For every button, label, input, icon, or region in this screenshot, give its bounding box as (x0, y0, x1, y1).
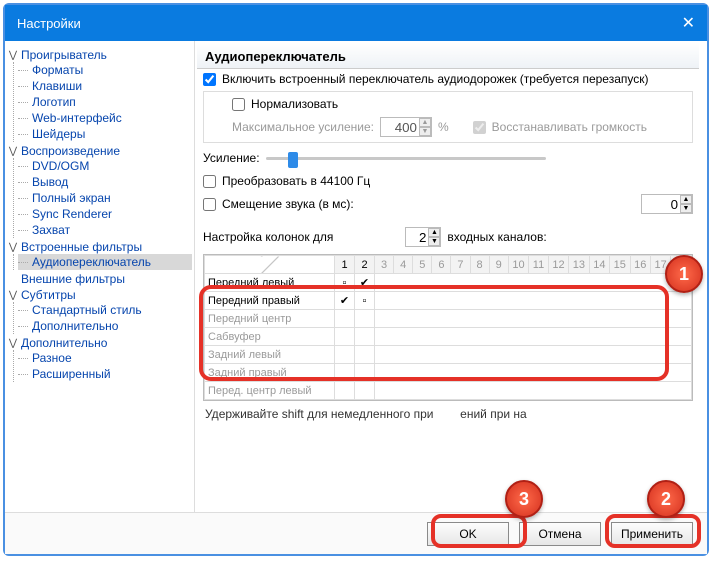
table-row: Передний центр (205, 310, 692, 328)
tree-capture[interactable]: Захват (30, 223, 70, 237)
tree-sync[interactable]: Sync Renderer (30, 207, 112, 221)
ok-button[interactable]: OK (427, 522, 509, 546)
tree-external-filters[interactable]: Внешние фильтры (7, 272, 192, 286)
window-title: Настройки (17, 16, 81, 31)
panel-title: Аудиопереключатель (197, 43, 699, 69)
tree-keys[interactable]: Клавиши (30, 79, 82, 93)
apply-button[interactable]: Применить (611, 522, 693, 546)
normalize-label: Нормализовать (251, 97, 338, 111)
table-row: Передний левый▫✔ (205, 274, 692, 292)
resample-label: Преобразовать в 44100 Гц (222, 174, 370, 188)
tree-sub-standard[interactable]: Стандартный стиль (30, 303, 142, 317)
tree-ext[interactable]: Расширенный (30, 367, 111, 381)
hint-text: Удерживайте shift для немедленного при е… (197, 401, 699, 427)
tree-subtitles[interactable]: ⋁Субтитры (7, 288, 192, 302)
maxgain-label: Максимальное усиление: (232, 120, 374, 134)
tree-shaders[interactable]: Шейдеры (30, 127, 85, 141)
dialog-footer: OK Отмена Применить (5, 512, 707, 554)
tree-output[interactable]: Вывод (30, 175, 68, 189)
tree-dvd[interactable]: DVD/OGM (30, 159, 89, 173)
spin-down-icon[interactable]: ▼ (680, 204, 692, 213)
table-row: Перед. центр левый (205, 382, 692, 400)
tree-web[interactable]: Web-интерфейс (30, 111, 122, 125)
gain-label: Усиление: (203, 151, 260, 165)
percent-label: % (438, 120, 449, 134)
gain-slider[interactable] (266, 148, 546, 168)
tree-fullscreen[interactable]: Полный экран (30, 191, 111, 205)
tree-misc[interactable]: Разное (30, 351, 72, 365)
table-row: Задний правый (205, 364, 692, 382)
tree-logo[interactable]: Логотип (30, 95, 76, 109)
enable-switcher-checkbox[interactable] (203, 73, 216, 86)
nav-tree: ⋁Проигрыватель Форматы Клавиши Логотип W… (5, 41, 195, 512)
offset-label: Смещение звука (в мс): (222, 197, 354, 211)
columns-label-b: входных каналов: (447, 230, 546, 244)
table-row: Задний левый (205, 346, 692, 364)
settings-panel: Аудиопереключатель Включить встроенный п… (195, 41, 707, 512)
channel-matrix[interactable]: 12 3456789101112131415161718 Передний ле… (203, 254, 693, 401)
spin-up-icon[interactable]: ▲ (680, 195, 692, 204)
table-row: Передний правый✔▫ (205, 292, 692, 310)
tree-playback[interactable]: ⋁Воспроизведение (7, 144, 192, 158)
columns-label-a: Настройка колонок для (203, 230, 333, 244)
spin-up-icon: ▲ (419, 118, 431, 127)
tree-audioswitcher[interactable]: Аудиопереключатель (30, 255, 151, 269)
tree-internal-filters[interactable]: ⋁Встроенные фильтры (7, 240, 192, 254)
titlebar: Настройки ✕ (5, 5, 707, 41)
tree-player[interactable]: ⋁Проигрыватель (7, 48, 192, 62)
enable-switcher-label: Включить встроенный переключатель аудиод… (222, 72, 649, 86)
normalize-checkbox[interactable] (232, 98, 245, 111)
spin-down-icon[interactable]: ▼ (428, 237, 440, 246)
spin-up-icon[interactable]: ▲ (428, 228, 440, 237)
table-row: Сабвуфер (205, 328, 692, 346)
offset-checkbox[interactable] (203, 198, 216, 211)
close-icon[interactable]: ✕ (682, 13, 695, 33)
resample-checkbox[interactable] (203, 175, 216, 188)
tree-sub-extra[interactable]: Дополнительно (30, 319, 118, 333)
restore-volume-label: Восстанавливать громкость (492, 120, 647, 134)
restore-volume-checkbox (473, 121, 486, 134)
cancel-button[interactable]: Отмена (519, 522, 601, 546)
spin-down-icon: ▼ (419, 127, 431, 136)
tree-formats[interactable]: Форматы (30, 63, 83, 77)
tree-advanced[interactable]: ⋁Дополнительно (7, 336, 192, 350)
